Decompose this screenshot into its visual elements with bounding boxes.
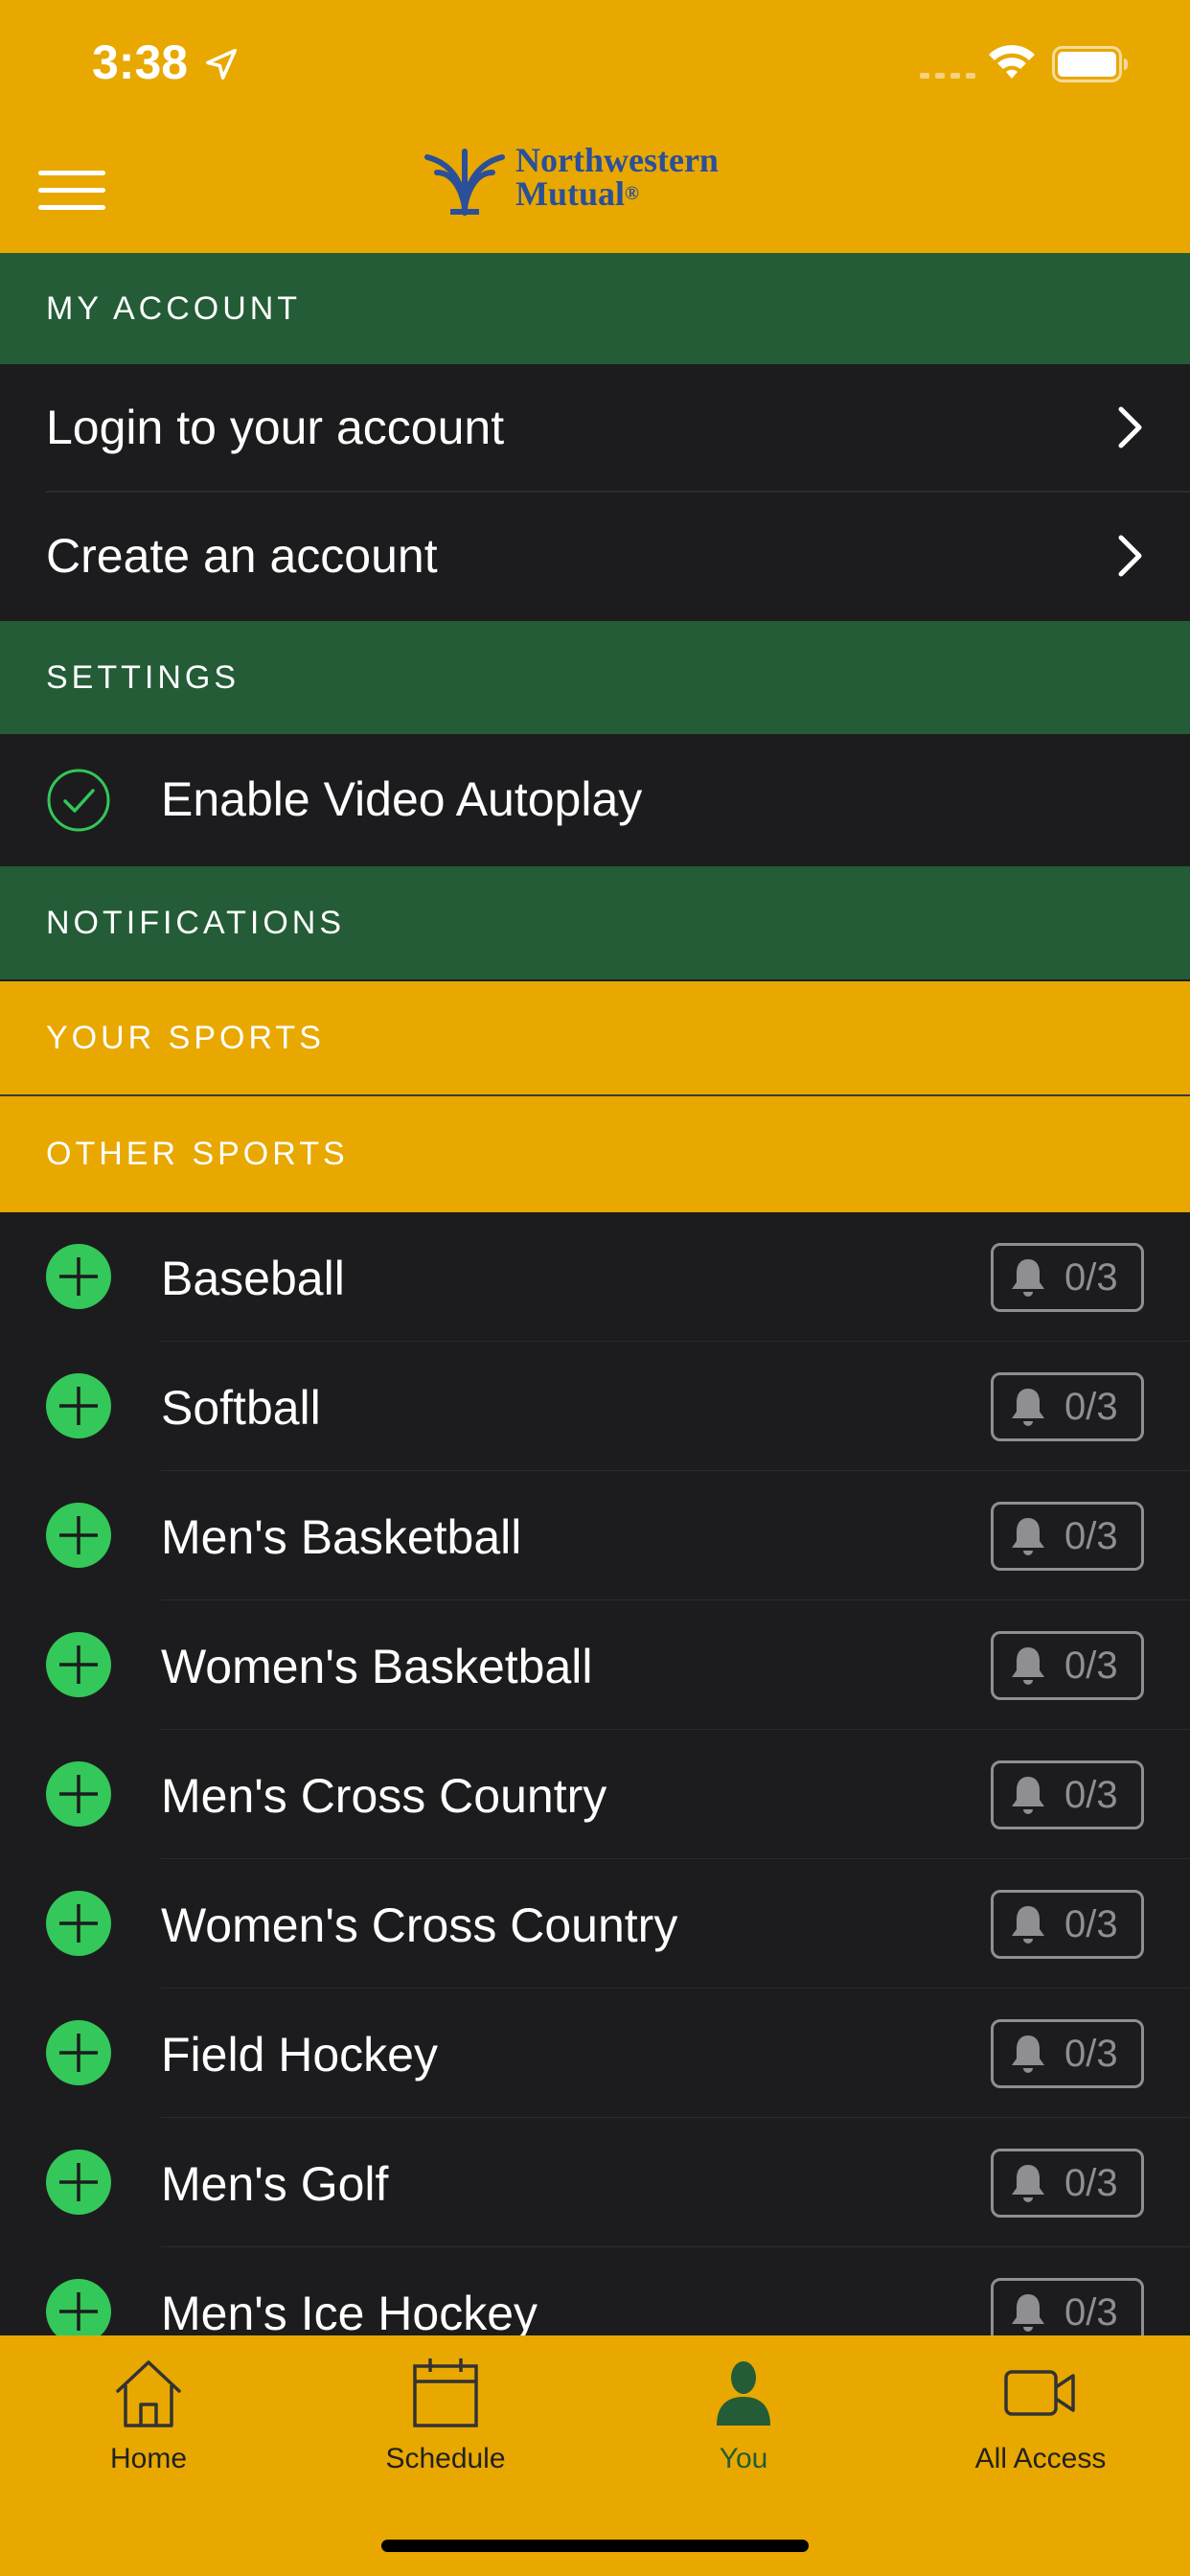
brand-name-line2: Mutual: [515, 174, 626, 213]
notification-count: 0/3: [1064, 1902, 1118, 1945]
notification-count-button[interactable]: 0/3: [991, 2019, 1144, 2088]
sport-name: Field Hockey: [161, 2028, 438, 2082]
tab-label: All Access: [974, 2443, 1107, 2474]
video-camera-icon: [1004, 2370, 1075, 2416]
notification-count-button[interactable]: 0/3: [991, 1760, 1144, 1829]
notification-count: 0/3: [1064, 1255, 1118, 1299]
hamburger-menu-icon[interactable]: [38, 169, 105, 213]
bell-icon: [1012, 1259, 1044, 1297]
add-circle-icon[interactable]: [46, 1632, 111, 1697]
notification-count: 0/3: [1064, 1514, 1118, 1557]
section-settings: SETTINGS: [0, 621, 1190, 734]
tab-you[interactable]: You: [638, 2355, 849, 2475]
sport-name: Men's Ice Hockey: [161, 2287, 538, 2340]
section-title: MY ACCOUNT: [46, 289, 302, 327]
tab-label: Home: [109, 2443, 188, 2474]
registered-mark: ®: [625, 183, 639, 204]
bell-icon: [1012, 2165, 1044, 2202]
add-circle-icon[interactable]: [46, 2020, 111, 2085]
calendar-icon: [413, 2358, 478, 2427]
brand-name-line1: Northwestern: [515, 141, 719, 179]
sport-row[interactable]: Men's Basketball 0/3: [0, 1471, 1190, 1600]
notification-count: 0/3: [1064, 2032, 1118, 2075]
bell-icon: [1012, 1518, 1044, 1555]
sport-row[interactable]: Softball 0/3: [0, 1342, 1190, 1471]
login-label: Login to your account: [46, 401, 505, 454]
battery-icon: [1052, 46, 1128, 82]
status-bar: 3:38: [0, 0, 1190, 126]
section-my-account: MY ACCOUNT: [0, 253, 1190, 364]
section-title: YOUR SPORTS: [46, 1019, 325, 1056]
tab-label: Schedule: [385, 2443, 506, 2474]
notification-count-button[interactable]: 0/3: [991, 1631, 1144, 1700]
section-notifications: NOTIFICATIONS: [0, 866, 1190, 979]
home-indicator: [381, 2540, 809, 2552]
brand-emblem-icon: [424, 149, 505, 216]
autoplay-label: Enable Video Autoplay: [161, 772, 643, 826]
notification-count: 0/3: [1064, 2290, 1118, 2334]
status-time: 3:38: [92, 35, 189, 89]
sport-row[interactable]: Field Hockey 0/3: [0, 1989, 1190, 2118]
bell-icon: [1012, 1777, 1044, 1814]
sport-name: Baseball: [161, 1252, 345, 1305]
section-title: OTHER SPORTS: [46, 1136, 349, 1172]
section-your-sports: YOUR SPORTS: [0, 981, 1190, 1094]
brand-logo: Northwestern Mutual®: [422, 141, 776, 220]
tab-label: You: [719, 2443, 768, 2474]
autoplay-row[interactable]: Enable Video Autoplay: [0, 736, 1190, 864]
notification-count-button[interactable]: 0/3: [991, 2149, 1144, 2218]
bell-icon: [1012, 1389, 1044, 1426]
login-row[interactable]: Login to your account: [0, 364, 1190, 491]
bell-icon: [1012, 2294, 1044, 2332]
notification-count: 0/3: [1064, 2161, 1118, 2204]
add-circle-icon[interactable]: [46, 1503, 111, 1568]
tab-all-access[interactable]: All Access: [935, 2355, 1146, 2475]
tab-schedule[interactable]: Schedule: [340, 2355, 551, 2475]
section-other-sports: OTHER SPORTS: [0, 1096, 1190, 1212]
tab-home[interactable]: Home: [43, 2355, 254, 2475]
sport-name: Men's Basketball: [161, 1510, 522, 1564]
chevron-right-icon: [1118, 406, 1142, 448]
notification-count-button[interactable]: 0/3: [991, 1502, 1144, 1571]
chevron-right-icon: [1118, 535, 1142, 577]
notification-count-button[interactable]: 0/3: [991, 1243, 1144, 1312]
sport-name: Women's Basketball: [161, 1640, 593, 1693]
add-circle-icon[interactable]: [46, 1761, 111, 1827]
sport-row[interactable]: Women's Cross Country 0/3: [0, 1859, 1190, 1989]
section-title: NOTIFICATIONS: [46, 904, 346, 941]
add-circle-icon[interactable]: [46, 1373, 111, 1438]
sport-row[interactable]: Women's Basketball 0/3: [0, 1600, 1190, 1730]
notification-count-button[interactable]: 0/3: [991, 1372, 1144, 1441]
wifi-icon: [989, 45, 1035, 79]
bell-icon: [1012, 1906, 1044, 1944]
notification-count: 0/3: [1064, 1773, 1118, 1816]
notification-count-button[interactable]: 0/3: [991, 1890, 1144, 1959]
sport-row[interactable]: Baseball 0/3: [0, 1212, 1190, 1342]
app-header: 3:38 Northwestern Mutual®: [0, 0, 1190, 253]
sport-row[interactable]: Men's Cross Country 0/3: [0, 1730, 1190, 1859]
person-icon: [717, 2361, 770, 2426]
bell-icon: [1012, 2036, 1044, 2073]
checkmark-circle-icon[interactable]: [46, 768, 111, 833]
create-account-row[interactable]: Create an account: [0, 493, 1190, 619]
create-account-label: Create an account: [46, 529, 438, 583]
sport-name: Women's Cross Country: [161, 1898, 678, 1952]
sport-row[interactable]: Men's Golf 0/3: [0, 2118, 1190, 2247]
sport-name: Softball: [161, 1381, 321, 1435]
notification-count: 0/3: [1064, 1644, 1118, 1687]
add-circle-icon[interactable]: [46, 2150, 111, 2215]
notification-count: 0/3: [1064, 1385, 1118, 1428]
home-icon: [116, 2360, 181, 2427]
bell-icon: [1012, 1647, 1044, 1685]
location-arrow-icon: [206, 49, 237, 80]
section-title: SETTINGS: [46, 658, 240, 696]
sport-name: Men's Golf: [161, 2157, 389, 2211]
sport-name: Men's Cross Country: [161, 1769, 607, 1823]
add-circle-icon[interactable]: [46, 1891, 111, 1956]
cellular-signal-icon: [920, 73, 975, 79]
add-circle-icon[interactable]: [46, 1244, 111, 1309]
add-circle-icon[interactable]: [46, 2279, 111, 2344]
